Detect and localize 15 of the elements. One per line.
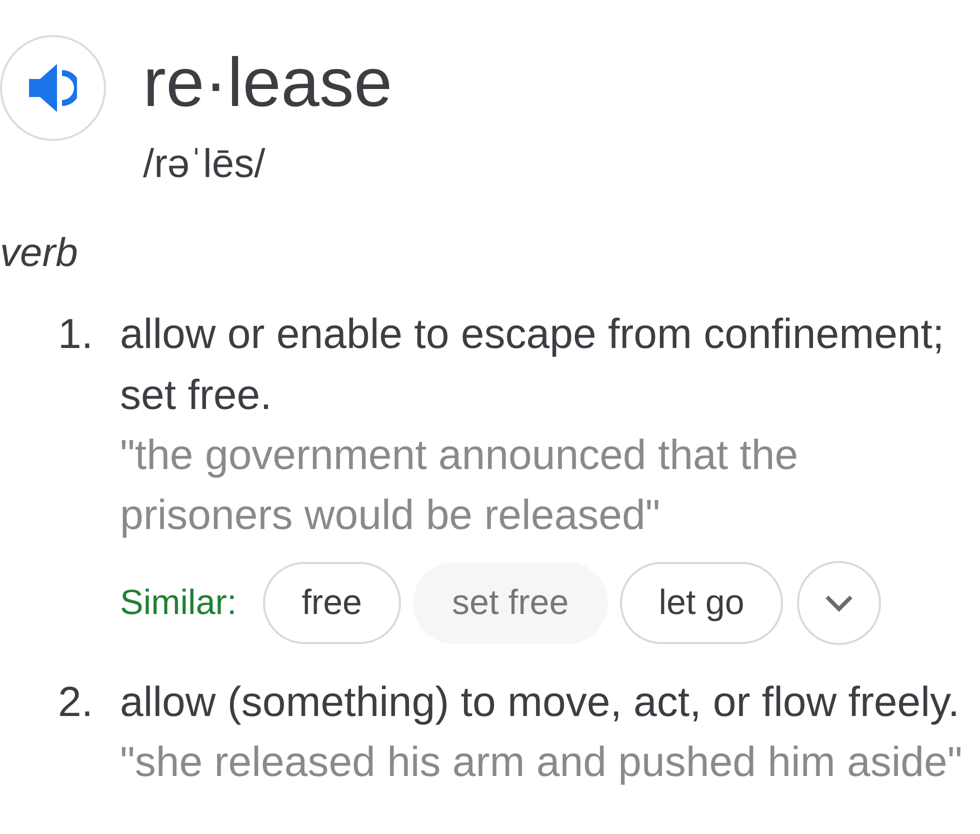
speaker-icon	[29, 64, 77, 112]
sense-number: 2.	[58, 677, 94, 727]
headword: re·lease	[143, 43, 392, 123]
similar-label: Similar:	[120, 583, 237, 623]
sense-number: 1.	[58, 309, 94, 359]
chevron-down-icon	[825, 594, 854, 612]
synonym-chip[interactable]: free	[262, 562, 401, 644]
example-sentence: "she released his arm and pushed him aside"	[120, 737, 964, 787]
definition-text: allow (something) to move, act, or flow freely.	[120, 677, 961, 727]
part-of-speech: verb	[0, 230, 78, 277]
definition-text: allow or enable to escape from confinement; set free.	[120, 309, 946, 420]
synonym-chip[interactable]: let go	[620, 562, 784, 644]
synonym-chip[interactable]: set free	[413, 562, 608, 644]
phonetic-spelling: /rəˈlēs/	[143, 141, 266, 187]
example-sentence: "the government announced that the prisoners would be released"	[120, 430, 800, 540]
